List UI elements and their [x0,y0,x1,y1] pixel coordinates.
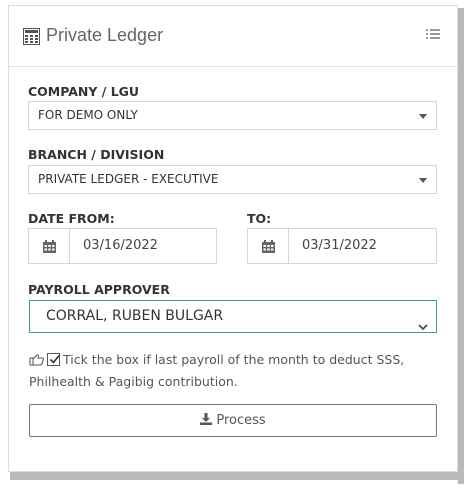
date-to-label: TO: [247,211,272,226]
hand-pointer-icon [29,352,45,372]
date-from-label: DATE FROM: [28,211,115,226]
last-payroll-note: Tick the box if last payroll of the mont… [29,350,439,392]
date-to-input[interactable]: 03/31/2022 [288,228,437,264]
payroll-approver-select[interactable]: CORRAL, RUBEN BULGAR [29,300,437,333]
company-select-value: FOR DEMO ONLY [38,108,138,122]
date-to-calendar-button[interactable] [247,228,289,264]
process-button[interactable]: Process [29,404,437,437]
branch-select-value: PRIVATE LEDGER - EXECUTIVE [38,172,219,186]
last-payroll-checkbox[interactable] [47,353,60,366]
calendar-icon [43,240,56,253]
date-from-group: 03/16/2022 [28,228,217,264]
branch-label: BRANCH / DIVISION [28,147,165,162]
panel-shadow-right [458,8,464,484]
check-icon [49,355,60,364]
date-from-input[interactable]: 03/16/2022 [69,228,217,264]
caret-down-icon [419,178,427,183]
date-from-calendar-button[interactable] [28,228,70,264]
approver-label: PAYROLL APPROVER [28,282,170,297]
company-label: COMPANY / LGU [28,84,140,99]
panel-header: Private Ledger [9,6,457,67]
private-ledger-panel: Private Ledger COMPANY / LGU FOR DEMO ON… [8,5,458,472]
calendar-icon [262,240,275,253]
panel-shadow-bottom [10,472,464,480]
process-button-label: Process [216,413,266,428]
last-payroll-note-text: Tick the box if last payroll of the mont… [29,352,405,389]
payroll-approver-value: CORRAL, RUBEN BULGAR [46,308,224,324]
branch-select[interactable]: PRIVATE LEDGER - EXECUTIVE [28,165,437,194]
chevron-down-icon [418,312,428,343]
caret-down-icon [419,114,427,119]
date-to-group: 03/31/2022 [247,228,437,264]
panel-title: Private Ledger [46,25,164,45]
download-icon [200,413,213,425]
list-icon[interactable] [426,25,440,39]
company-select[interactable]: FOR DEMO ONLY [28,101,437,130]
calculator-icon [23,28,40,45]
